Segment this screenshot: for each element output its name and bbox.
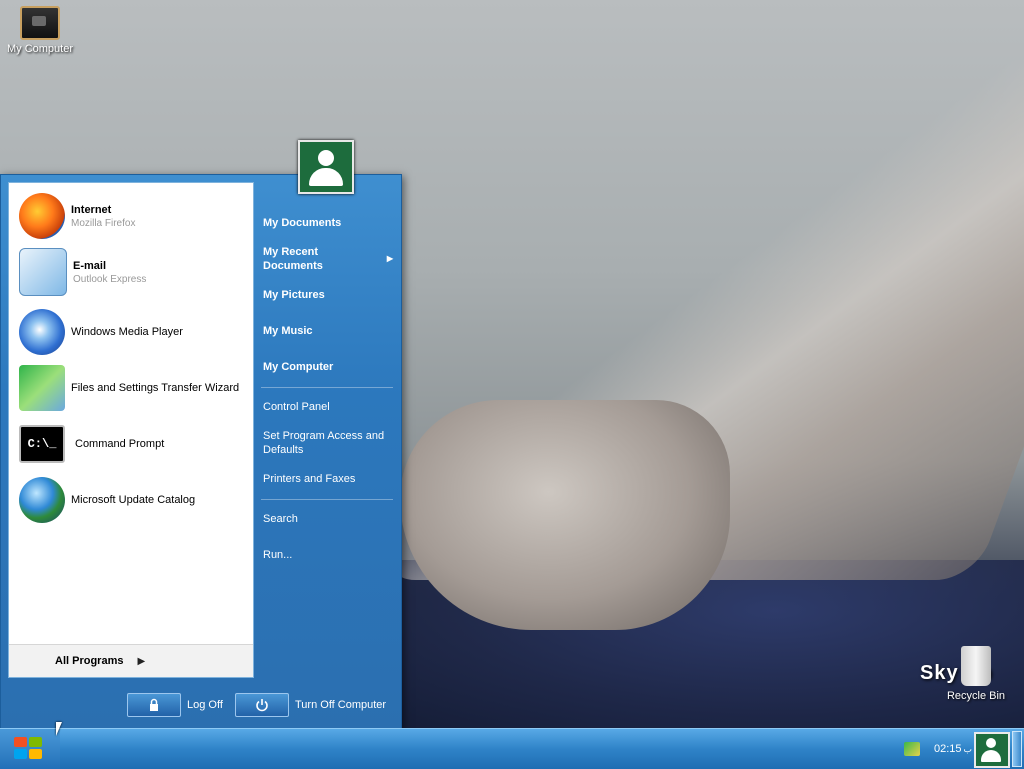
place-search[interactable]: Search <box>263 512 393 526</box>
program-transfer-wizard[interactable]: Files and Settings Transfer Wizard <box>19 363 239 413</box>
place-my-recent-documents[interactable]: My Recent Documents ▶ <box>263 245 393 273</box>
taskbar-user-icon[interactable] <box>974 732 1010 768</box>
globe-icon <box>19 477 65 523</box>
program-command-prompt[interactable]: C:\_ Command Prompt <box>19 419 164 469</box>
mouse-cursor-icon <box>56 722 62 736</box>
clock-suffix: ب <box>963 743 972 754</box>
lock-icon <box>127 693 181 717</box>
place-control-panel[interactable]: Control Panel <box>263 400 393 414</box>
place-printers-faxes[interactable]: Printers and Faxes <box>263 472 393 486</box>
program-email[interactable]: E-mail Outlook Express <box>19 247 146 297</box>
program-title: Command Prompt <box>75 438 165 450</box>
desktop-icon-my-computer[interactable]: My Computer <box>4 6 76 55</box>
start-button[interactable] <box>0 729 60 769</box>
user-avatar-icon[interactable] <box>298 140 354 194</box>
menu-separator <box>261 499 393 500</box>
all-programs-label: All Programs <box>55 655 124 667</box>
system-tray: 02:15 ب <box>903 729 972 769</box>
program-title: Files and Settings Transfer Wizard <box>71 382 240 394</box>
place-my-computer[interactable]: My Computer <box>263 360 393 374</box>
desktop-icon-label: Recycle Bin <box>946 690 1006 702</box>
place-my-music[interactable]: My Music <box>263 324 393 338</box>
wallpaper-hand <box>400 400 730 630</box>
desktop-icon-recycle-bin[interactable]: Recycle Bin <box>940 646 1012 702</box>
turn-off-label: Turn Off Computer <box>295 699 387 711</box>
windows-logo-icon <box>14 737 44 761</box>
place-run[interactable]: Run... <box>263 548 393 562</box>
menu-separator <box>261 387 393 388</box>
command-prompt-icon: C:\_ <box>19 425 65 463</box>
place-my-pictures[interactable]: My Pictures <box>263 288 393 302</box>
log-off-label: Log Off <box>187 699 223 711</box>
firefox-icon <box>19 193 65 239</box>
program-subtitle: Outlook Express <box>73 273 147 285</box>
taskbar: 02:15 ب <box>0 728 1024 769</box>
program-internet[interactable]: Internet Mozilla Firefox <box>19 191 135 241</box>
network-icon[interactable] <box>903 742 920 756</box>
clock[interactable]: 02:15 <box>934 743 962 755</box>
desktop-icon-label: My Computer <box>6 43 74 55</box>
transfer-wizard-icon <box>19 365 65 411</box>
recycle-bin-icon <box>961 646 991 686</box>
chevron-right-icon: ▶ <box>137 655 146 667</box>
program-title: Microsoft Update Catalog <box>71 494 196 506</box>
media-player-icon <box>19 309 65 355</box>
program-subtitle: Mozilla Firefox <box>71 217 136 229</box>
email-icon <box>19 248 67 296</box>
program-title: E-mail <box>73 259 107 272</box>
program-windows-media-player[interactable]: Windows Media Player <box>19 307 183 357</box>
computer-icon <box>20 6 60 40</box>
all-programs-button[interactable]: All Programs ▶ <box>9 644 253 677</box>
program-microsoft-update-catalog[interactable]: Microsoft Update Catalog <box>19 475 195 525</box>
place-set-program-access[interactable]: Set Program Access and Defaults <box>263 429 393 457</box>
chevron-right-icon: ▶ <box>386 254 393 263</box>
log-off-button[interactable]: Log Off <box>127 693 223 717</box>
power-icon <box>235 693 289 717</box>
show-desktop-handle[interactable] <box>1012 731 1022 767</box>
start-menu-places-pane: My Documents My Recent Documents ▶ My Pi… <box>253 182 399 676</box>
place-my-documents[interactable]: My Documents <box>263 216 393 230</box>
program-title: Windows Media Player <box>71 326 183 338</box>
start-menu: Internet Mozilla Firefox E-mail Outlook … <box>0 174 402 730</box>
start-menu-programs-pane: Internet Mozilla Firefox E-mail Outlook … <box>8 182 254 678</box>
place-label: My Recent Documents <box>263 246 323 272</box>
program-title: Internet <box>71 203 112 216</box>
turn-off-button[interactable]: Turn Off Computer <box>235 693 386 717</box>
